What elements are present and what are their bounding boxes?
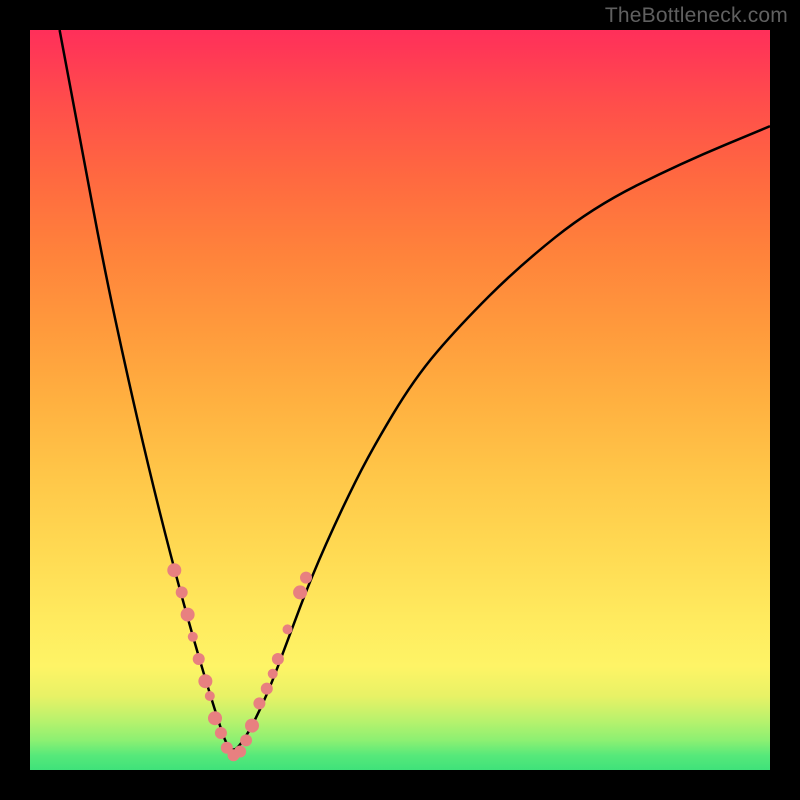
watermark-text: TheBottleneck.com xyxy=(605,4,788,28)
curve-marker xyxy=(176,586,188,598)
curve-marker xyxy=(181,608,195,622)
plot-area xyxy=(30,30,770,770)
curve-marker xyxy=(245,719,259,733)
curve-marker xyxy=(268,669,278,679)
curve-marker xyxy=(208,711,222,725)
curve-marker xyxy=(198,674,212,688)
curve-marker xyxy=(293,585,307,599)
curve-markers xyxy=(167,563,312,761)
curve-marker xyxy=(253,697,265,709)
chart-frame: TheBottleneck.com xyxy=(0,0,800,800)
bottleneck-curve xyxy=(60,30,770,750)
curve-marker xyxy=(283,624,293,634)
curve-marker xyxy=(205,691,215,701)
curve-marker xyxy=(215,727,227,739)
curve-marker xyxy=(188,632,198,642)
curve-marker xyxy=(300,572,312,584)
curve-marker xyxy=(234,746,246,758)
curve-marker xyxy=(167,563,181,577)
bottleneck-curve-svg xyxy=(30,30,770,770)
curve-marker xyxy=(272,653,284,665)
curve-marker xyxy=(261,683,273,695)
curve-marker xyxy=(240,734,252,746)
curve-marker xyxy=(193,653,205,665)
